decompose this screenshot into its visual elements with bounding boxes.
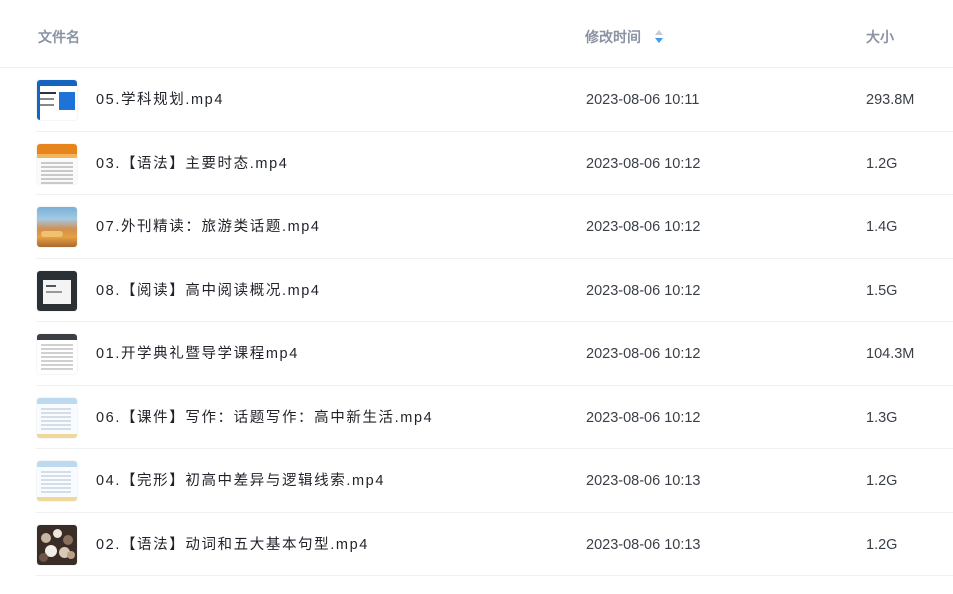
file-name[interactable]: 03.【语法】主要时态.mp4	[96, 154, 288, 174]
thumbnail-detail	[41, 356, 73, 358]
thumbnail-detail	[41, 491, 71, 493]
thumbnail-detail	[41, 165, 73, 168]
video-thumbnail[interactable]	[37, 270, 77, 311]
file-name[interactable]: 08.【阅读】高中阅读概况.mp4	[96, 281, 321, 301]
thumbnail-detail	[46, 290, 62, 293]
table-row[interactable]: 04.【完形】初高中差异与逻辑线索.mp4 2023-08-06 10:13 1.2…	[0, 449, 953, 513]
table-row[interactable]: 03.【语法】主要时态.mp4 2023-08-06 10:12 1.2G	[0, 132, 953, 196]
file-modified-time: 2023-08-06 10:12	[586, 282, 701, 299]
thumbnail-detail	[41, 181, 73, 184]
thumbnail-detail	[37, 153, 77, 158]
thumbnail-detail	[37, 397, 77, 404]
thumbnail-detail	[63, 534, 73, 545]
column-header-modified[interactable]: 修改时间	[585, 28, 663, 46]
thumbnail-detail	[41, 169, 73, 172]
thumbnail-detail	[37, 433, 77, 438]
thumbnail-detail	[40, 92, 56, 94]
file-modified-time: 2023-08-06 10:12	[586, 346, 701, 362]
thumbnail-detail	[40, 98, 54, 100]
file-modified-time: 2023-08-06 10:13	[586, 473, 701, 489]
thumbnail-detail	[41, 360, 73, 362]
thumbnail-detail	[41, 173, 73, 176]
thumbnail-detail	[59, 92, 75, 110]
thumbnail-detail	[41, 415, 71, 418]
table-row[interactable]: 05.学科规划.mp4 2023-08-06 10:11 293.8M	[0, 68, 953, 132]
table-row[interactable]: 08.【阅读】高中阅读概况.mp4 2023-08-06 10:12 1.5G	[0, 259, 953, 323]
video-thumbnail[interactable]	[37, 143, 77, 184]
column-header-size[interactable]: 大小	[866, 28, 894, 46]
table-row[interactable]: 02.【语法】动词和五大基本句型.mp4 2023-08-06 10:13 1.2G	[0, 513, 953, 577]
video-thumbnail[interactable]	[37, 334, 77, 374]
file-size: 104.3M	[866, 346, 915, 362]
file-name[interactable]: 07.外刊精读：旅游类话题.mp4	[96, 217, 321, 237]
column-header-modified-label: 修改时间	[585, 29, 641, 45]
file-size: 1.3G	[866, 409, 898, 426]
video-thumbnail[interactable]	[37, 524, 77, 565]
column-header-name[interactable]: 文件名	[38, 28, 80, 46]
thumbnail-detail	[41, 427, 71, 430]
file-size: 1.2G	[866, 473, 898, 489]
table-header: 文件名 修改时间 大小	[0, 0, 953, 68]
file-name[interactable]: 04.【完形】初高中差异与逻辑线索.mp4	[96, 471, 385, 491]
thumbnail-detail	[41, 423, 71, 426]
file-modified-time: 2023-08-06 10:12	[586, 409, 701, 426]
thumbnail-detail	[40, 104, 54, 106]
thumbnail-detail	[41, 352, 73, 354]
file-modified-time: 2023-08-06 10:11	[586, 92, 700, 108]
thumbnail-detail	[41, 177, 73, 180]
video-thumbnail[interactable]	[37, 397, 77, 438]
file-list: 文件名 修改时间 大小 05.学科规划.mp4 2023-08-06 10:11 2…	[0, 0, 953, 594]
thumbnail-detail	[37, 80, 77, 86]
thumbnail-detail	[39, 552, 48, 562]
file-name[interactable]: 06.【课件】写作：话题写作：高中新生活.mp4	[96, 408, 433, 428]
file-size: 1.2G	[866, 155, 898, 172]
thumbnail-detail	[41, 411, 71, 414]
file-rows: 05.学科规划.mp4 2023-08-06 10:11 293.8M 03.【语法】…	[0, 68, 953, 576]
thumbnail-detail	[41, 419, 71, 422]
thumbnail-detail	[37, 461, 77, 467]
thumbnail-detail	[41, 161, 73, 164]
thumbnail-detail	[41, 368, 73, 370]
thumbnail-detail	[41, 487, 71, 489]
file-modified-time: 2023-08-06 10:12	[586, 219, 701, 235]
file-modified-time: 2023-08-06 10:12	[586, 155, 701, 172]
thumbnail-detail	[53, 528, 62, 538]
thumbnail-detail	[67, 550, 75, 559]
thumbnail-detail	[46, 284, 56, 287]
file-size: 293.8M	[866, 92, 915, 108]
thumbnail-detail	[37, 143, 77, 154]
thumbnail-detail	[41, 479, 71, 481]
file-name[interactable]: 01.开学典礼暨导学课程mp4	[96, 344, 299, 364]
thumbnail-detail	[41, 344, 73, 346]
thumbnail-detail	[37, 497, 77, 501]
file-size: 1.4G	[866, 219, 898, 235]
table-row[interactable]: 06.【课件】写作：话题写作：高中新生活.mp4 2023-08-06 10:12…	[0, 386, 953, 450]
file-name[interactable]: 02.【语法】动词和五大基本句型.mp4	[96, 535, 369, 555]
table-row[interactable]: 01.开学典礼暨导学课程mp4 2023-08-06 10:12 104.3M	[0, 322, 953, 386]
thumbnail-detail	[41, 532, 51, 543]
file-size: 1.2G	[866, 536, 898, 553]
video-thumbnail[interactable]	[37, 207, 77, 247]
thumbnail-detail	[41, 364, 73, 366]
thumbnail-detail	[41, 407, 71, 410]
thumbnail-detail	[41, 475, 71, 477]
thumbnail-detail	[41, 231, 63, 237]
file-modified-time: 2023-08-06 10:13	[586, 536, 701, 553]
table-row[interactable]: 07.外刊精读：旅游类话题.mp4 2023-08-06 10:12 1.4G	[0, 195, 953, 259]
thumbnail-detail	[37, 334, 77, 340]
sort-arrows-icon[interactable]	[654, 29, 663, 44]
file-size: 1.5G	[866, 282, 898, 299]
thumbnail-detail	[41, 471, 71, 473]
thumbnail-detail	[41, 483, 71, 485]
file-name[interactable]: 05.学科规划.mp4	[96, 90, 224, 110]
thumbnail-detail	[41, 348, 73, 350]
video-thumbnail[interactable]	[37, 461, 77, 501]
video-thumbnail[interactable]	[37, 80, 77, 120]
